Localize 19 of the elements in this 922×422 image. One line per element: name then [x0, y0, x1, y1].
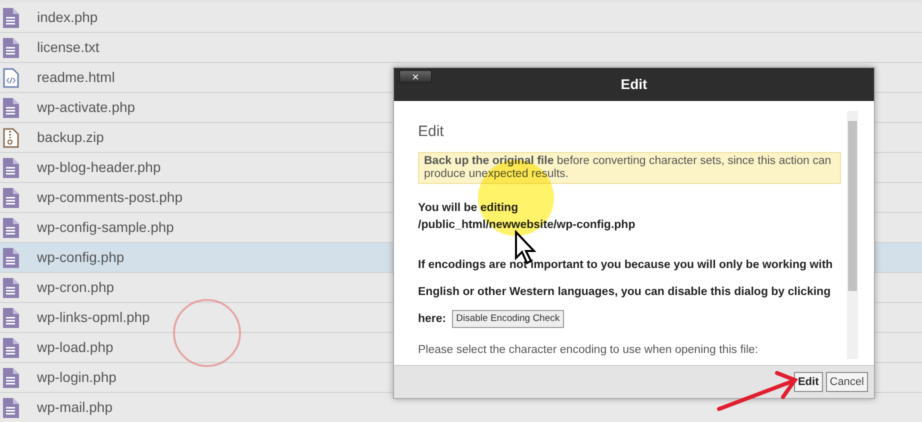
file-name: wp-cron.php — [37, 278, 114, 297]
file-name: wp-mail.php — [37, 398, 112, 417]
file-name: wp-load.php — [37, 338, 114, 357]
file-name: wp-links-opml.php — [37, 308, 150, 327]
dialog-title: Edit — [620, 75, 648, 94]
dialog-heading: Edit — [418, 122, 445, 142]
file-name: license.txt — [37, 38, 100, 57]
file-name: wp-login.php — [37, 368, 116, 387]
editing-label: You will be editing — [418, 200, 520, 216]
file-name: readme.html — [37, 68, 115, 87]
info-text: here: — [418, 312, 446, 327]
file-name: wp-blog-header.php — [37, 158, 161, 177]
file-name: index.php — [37, 8, 98, 27]
file-name: wp-comments-post.php — [37, 188, 183, 207]
file-name: wp-config.php — [37, 248, 124, 267]
file-name: wp-config-sample.php — [37, 218, 174, 237]
encoding-prompt: Please select the character encoding to use when opening this file: — [418, 343, 760, 358]
file-name: wp-activate.php — [37, 98, 136, 117]
file-name: backup.zip — [37, 128, 104, 147]
